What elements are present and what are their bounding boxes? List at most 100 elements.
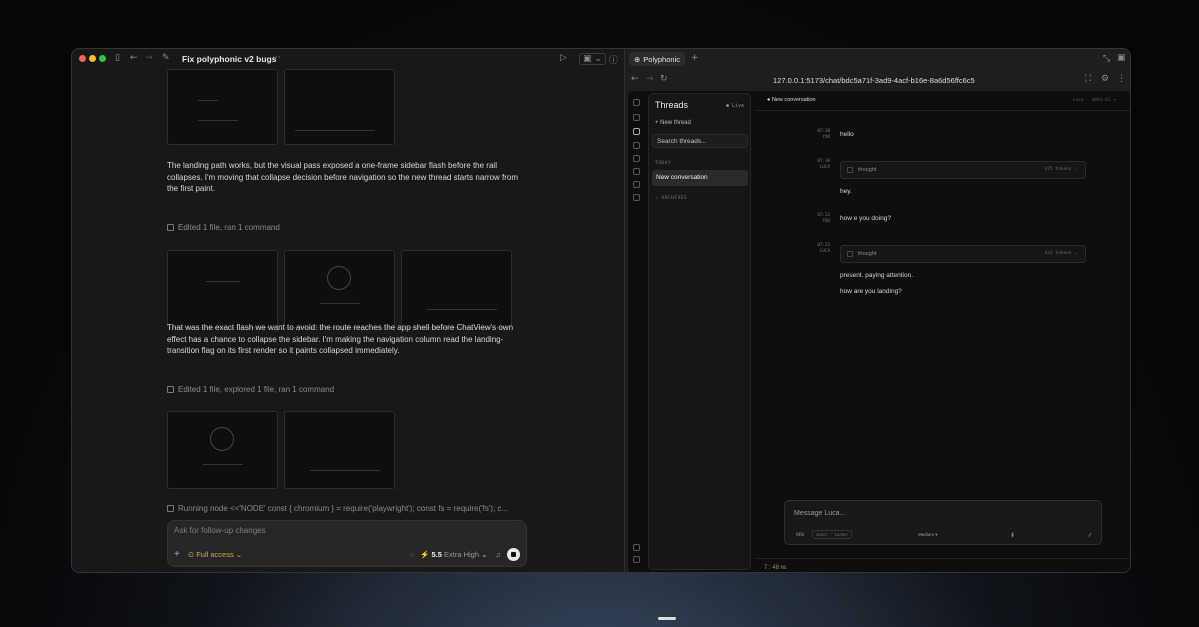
more-icon[interactable]: ··· [272, 53, 281, 63]
thread-title: Fix polyphonic v2 bugs [182, 54, 277, 64]
access-dropdown[interactable]: ⊙ Full access ⌄ [188, 550, 242, 559]
thought-block[interactable]: thought 433 tokens ⌄ [840, 245, 1086, 263]
message-meta: 07:22 LUCA [817, 242, 830, 253]
message-meta: 07:38 YOU [817, 128, 830, 139]
run-icon[interactable]: ▷ [560, 53, 567, 63]
terminal-dropdown-icon[interactable]: ▣ ⌄ [579, 53, 606, 65]
composer-placeholder: Ask for follow-up changes [174, 526, 266, 535]
new-tab-icon[interactable]: + [691, 53, 699, 63]
browser-forward-icon[interactable]: → [646, 74, 654, 84]
composer[interactable]: Ask for follow-up changes + ⊙ Full acces… [167, 520, 527, 567]
stop-button[interactable] [507, 548, 520, 561]
thread-item[interactable]: New conversation [652, 170, 748, 186]
user-icon[interactable] [633, 194, 640, 201]
web-viewport: Threads ● Live + New thread Search threa… [628, 91, 1130, 572]
browser-back-icon[interactable]: ← [631, 74, 639, 84]
status-time: 7 : 48 ㎳ [764, 565, 787, 571]
model-version: 5.5 [431, 550, 442, 559]
new-chat-icon[interactable]: ✎ [162, 53, 170, 63]
mic-icon[interactable]: ⬇ [1010, 532, 1015, 539]
logo-icon[interactable] [633, 99, 640, 106]
message-input[interactable]: Message Luca... NEW GUEST · 10/897 Mediu… [784, 500, 1102, 545]
screenshot-icon[interactable]: ⛶ [1085, 74, 1091, 84]
app-window: ▯ ← → ✎ Fix polyphonic v2 bugs ··· ▷ ▣ ⌄… [71, 48, 1131, 573]
screenshot-thumbnail[interactable] [401, 250, 512, 328]
reload-icon[interactable]: ↻ [660, 74, 668, 84]
thread-search-input[interactable]: Search threads... [652, 134, 748, 148]
layers-icon[interactable] [633, 181, 640, 188]
info-icon[interactable]: ⓘ [609, 53, 618, 66]
screenshot-thumbnail[interactable] [284, 250, 395, 328]
session-pill: GUEST · 10/897 [812, 530, 853, 539]
send-icon[interactable]: ➚ [1087, 532, 1092, 539]
sidebar-toggle-icon[interactable]: ▯ [115, 53, 120, 63]
running-command[interactable]: Running node <<'NODE' const { chromium }… [167, 504, 508, 513]
settings-icon[interactable] [633, 556, 640, 563]
activity-summary[interactable]: Edited 1 file, explored 1 file, ran 1 co… [167, 385, 334, 394]
globe-icon: ⊕ [634, 54, 641, 64]
edit-icon [167, 224, 174, 231]
book-icon[interactable] [633, 114, 640, 121]
mode-badge[interactable]: NEW [796, 533, 804, 538]
assistant-message: That was the exact flash we want to avoi… [167, 323, 514, 355]
token-count: 433 tokens ⌄ [1044, 251, 1077, 256]
thought-block[interactable]: thought 475 tokens ⌄ [840, 161, 1086, 179]
thought-label: thought [858, 167, 877, 173]
effort-dropdown[interactable]: Medium ▾ [918, 532, 938, 538]
threads-sidebar: Threads ● Live + New thread Search threa… [648, 93, 751, 570]
titlebar: ▯ ← → ✎ Fix polyphonic v2 bugs ··· ▷ ▣ ⌄… [72, 49, 624, 69]
chat-header: ● New conversation Luca · 4091-01 ▾ [754, 91, 1130, 111]
minimize-traffic-light[interactable] [89, 55, 96, 62]
zoom-traffic-light[interactable] [99, 55, 106, 62]
devtools-icon[interactable]: ⚙ [1101, 74, 1109, 84]
microphone-icon[interactable]: ♫ [495, 550, 501, 559]
loading-spinner-icon: ◌ [409, 550, 415, 559]
status-bar: 7 : 48 ㎳ [754, 558, 1130, 572]
user-message: hello [840, 131, 854, 138]
screenshot-thumbnail[interactable] [167, 250, 278, 328]
activity-summary[interactable]: Edited 1 file, ran 1 command [167, 223, 280, 232]
collapse-icon[interactable]: ⤡ [1103, 54, 1110, 64]
address-bar[interactable]: 127.0.0.1:5173/chat/bdc5a71f-3ad9-4acf-b… [773, 76, 975, 85]
compass-icon[interactable] [633, 142, 640, 149]
forward-arrow-icon[interactable]: → [145, 53, 153, 63]
browser-more-icon[interactable]: ⋮ [1117, 74, 1126, 84]
model-selector[interactable]: ⚡ 5.5 Extra High ⌄ [420, 550, 487, 559]
browser-tab[interactable]: ⊕ Polyphonic [629, 52, 685, 66]
check-icon[interactable] [633, 168, 640, 175]
activity-summary-text: Edited 1 file, ran 1 command [178, 223, 280, 232]
panel-icon[interactable]: ▣ [1117, 53, 1126, 63]
threads-title: Threads [655, 100, 689, 110]
today-heading: TODAY [655, 161, 672, 166]
model-effort: Extra High [443, 550, 479, 559]
message-meta: 07:22 YOU [817, 212, 830, 223]
activity-icon[interactable] [633, 544, 640, 551]
screenshot-thumbnail[interactable] [167, 69, 278, 145]
browser-pane: ⊕ Polyphonic + ⤡ ▣ ← → ↻ 127.0.0.1:5173/… [624, 49, 1130, 572]
close-traffic-light[interactable] [79, 55, 86, 62]
stop-icon [511, 552, 516, 557]
chat-icon[interactable] [633, 128, 640, 135]
home-indicator [658, 617, 676, 620]
add-attachment-icon[interactable]: + [174, 549, 180, 560]
assistant-message: The landing path works, but the visual p… [167, 161, 519, 193]
back-arrow-icon[interactable]: ← [130, 53, 138, 63]
edit-icon [167, 386, 174, 393]
terminal-icon [167, 505, 174, 512]
token-count: 475 tokens ⌄ [1044, 167, 1077, 172]
screenshot-thumbnail[interactable] [284, 69, 395, 145]
activity-summary-text: Edited 1 file, explored 1 file, ran 1 co… [178, 385, 335, 394]
model-indicator[interactable]: Luca · 4091-01 ▾ [1073, 98, 1116, 103]
screenshot-thumbnail[interactable] [167, 411, 278, 489]
chat-title: ● New conversation [767, 97, 816, 103]
new-thread-button[interactable]: + New thread [655, 120, 691, 126]
assistant-message: present. paying attention. [840, 272, 913, 279]
access-label: Full access [196, 550, 234, 559]
screenshot-thumbnail[interactable] [284, 411, 395, 489]
archives-toggle[interactable]: › ARCHIVES [655, 196, 687, 201]
bell-icon[interactable] [633, 155, 640, 162]
message-meta: 07:38 LUCA [817, 158, 830, 169]
chat-view: ● New conversation Luca · 4091-01 ▾ 07:3… [754, 91, 1130, 572]
thought-label: thought [858, 251, 877, 257]
user-message: how e you doing? [840, 215, 891, 222]
